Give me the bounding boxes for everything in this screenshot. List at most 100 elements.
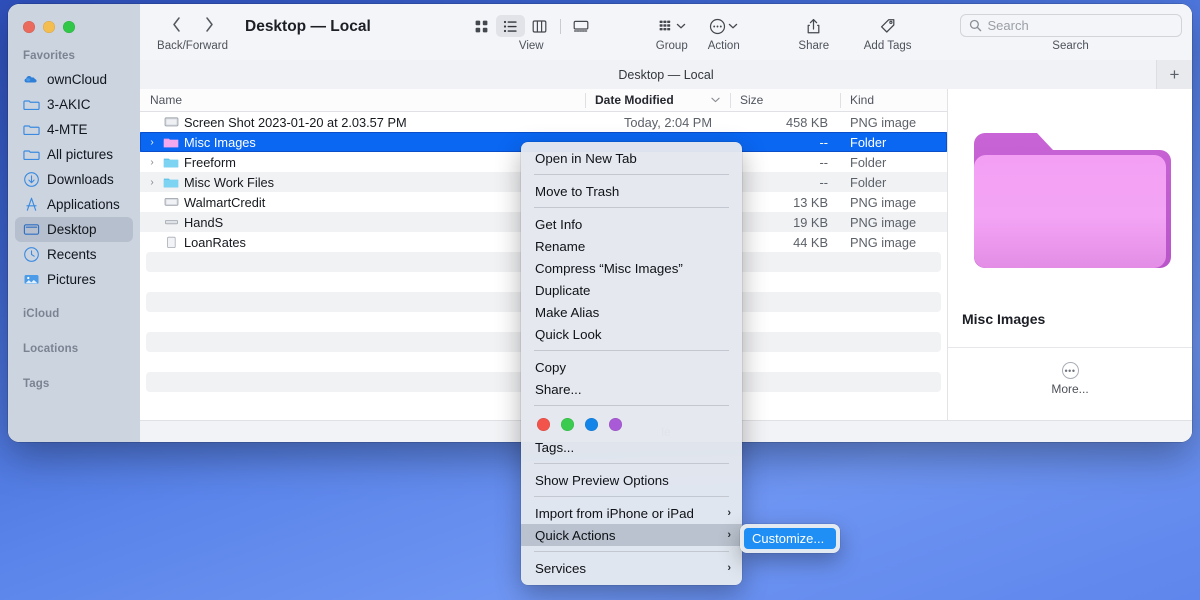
disclosure-triangle-icon[interactable]: ›: [146, 177, 158, 188]
menu-item-label: Make Alias: [535, 305, 599, 320]
sidebar-item-label: 3-AKIC: [47, 97, 91, 112]
tag-color-red[interactable]: [537, 418, 550, 431]
menu-item-label: Quick Actions: [535, 528, 616, 543]
sidebar-item-4-mte[interactable]: 4-MTE: [15, 117, 133, 142]
share-label: Share: [798, 40, 829, 52]
share-button[interactable]: Share: [798, 4, 830, 52]
chevron-right-icon: ›: [727, 507, 731, 519]
file-date-cell: Today, 2:04 PM: [585, 115, 730, 130]
file-name-label: HandS: [184, 215, 223, 230]
image-file-icon: [163, 214, 179, 230]
menu-item-move-to-trash[interactable]: Move to Trash: [521, 180, 742, 202]
sidebar-item-pictures[interactable]: Pictures: [15, 267, 133, 292]
gallery-view-button[interactable]: [567, 15, 596, 37]
folder-icon: [163, 154, 179, 170]
menu-item-label: Tags...: [535, 440, 574, 455]
maximize-button[interactable]: [63, 21, 75, 33]
tag-color-purple[interactable]: [609, 418, 622, 431]
menu-separator: [534, 496, 729, 497]
sidebar-item-label: 4-MTE: [47, 122, 88, 137]
menu-item-label: Open in New Tab: [535, 151, 637, 166]
file-name-label: Misc Work Files: [184, 175, 274, 190]
tag-color-green[interactable]: [561, 418, 574, 431]
menu-item-rename[interactable]: Rename: [521, 235, 742, 257]
chevron-left-icon[interactable]: [171, 16, 182, 38]
sidebar-group-favorites-title: Favorites: [8, 42, 140, 67]
close-button[interactable]: [23, 21, 35, 33]
file-kind-cell: Folder: [840, 135, 947, 150]
submenu-item-customize[interactable]: Customize...: [744, 528, 836, 549]
sidebar-item-all-pictures[interactable]: All pictures: [15, 142, 133, 167]
menu-item-quick-actions[interactable]: Quick Actions ›: [521, 524, 742, 546]
chevron-down-icon: [676, 22, 686, 30]
list-view-button[interactable]: [496, 15, 525, 37]
quick-actions-submenu: Customize...: [740, 524, 840, 553]
submenu-item-label: Customize...: [752, 531, 824, 546]
menu-item-open-in-new-tab[interactable]: Open in New Tab: [521, 147, 742, 169]
disclosure-triangle-icon[interactable]: ›: [146, 157, 158, 168]
new-tab-button[interactable]: +: [1156, 60, 1192, 89]
sidebar-item-label: ownCloud: [47, 72, 107, 87]
menu-item-get-info[interactable]: Get Info: [521, 213, 742, 235]
download-icon: [23, 171, 40, 188]
folder-icon: [23, 121, 40, 138]
tag-color-blue[interactable]: [585, 418, 598, 431]
menu-item-import-from-iphone[interactable]: Import from iPhone or iPad ›: [521, 502, 742, 524]
action-icon: [709, 18, 726, 35]
add-tags-button[interactable]: Add Tags: [864, 4, 912, 52]
menu-item-compress[interactable]: Compress “Misc Images”: [521, 257, 742, 279]
menu-separator: [534, 405, 729, 406]
tag-icon: [879, 18, 896, 34]
sidebar-item-recents[interactable]: Recents: [15, 242, 133, 267]
toolbar: Back/Forward Desktop — Local: [140, 4, 1192, 60]
action-button[interactable]: Action: [708, 4, 740, 52]
menu-item-show-preview-options[interactable]: Show Preview Options: [521, 469, 742, 491]
column-headers: Name Date Modified Size Kind: [140, 89, 947, 112]
menu-item-services[interactable]: Services ›: [521, 557, 742, 579]
column-header-size[interactable]: Size: [730, 89, 840, 112]
file-name-label: LoanRates: [184, 235, 246, 250]
tab-bar: Desktop — Local +: [140, 60, 1192, 89]
column-view-button[interactable]: [525, 15, 554, 37]
view-group: View: [467, 4, 596, 52]
table-row[interactable]: › Screen Shot 2023-01-20 at 2.03.57 PM T…: [140, 112, 947, 132]
minimize-button[interactable]: [43, 21, 55, 33]
menu-item-copy[interactable]: Copy: [521, 356, 742, 378]
menu-item-share[interactable]: Share...: [521, 378, 742, 400]
search-input[interactable]: Search: [960, 14, 1182, 37]
menu-item-duplicate[interactable]: Duplicate: [521, 279, 742, 301]
sidebar: Favorites ownCloud 3-AKIC 4-MTE: [8, 4, 140, 442]
column-header-kind[interactable]: Kind: [840, 89, 947, 112]
document-file-icon: [163, 234, 179, 250]
view-button[interactable]: View: [467, 4, 596, 52]
menu-item-label: Services: [535, 561, 586, 576]
sidebar-item-desktop[interactable]: Desktop: [15, 217, 133, 242]
menu-separator: [534, 350, 729, 351]
sidebar-item-downloads[interactable]: Downloads: [15, 167, 133, 192]
file-size-cell: 458 KB: [730, 115, 840, 130]
chevron-right-icon[interactable]: [204, 16, 215, 38]
sidebar-item-owncloud[interactable]: ownCloud: [15, 67, 133, 92]
file-name-label: Freeform: [184, 155, 236, 170]
sidebar-item-3-akic[interactable]: 3-AKIC: [15, 92, 133, 117]
column-header-name[interactable]: Name: [140, 89, 585, 112]
file-name-cell: › LoanRates: [140, 234, 585, 250]
menu-item-tags[interactable]: Tags...: [521, 436, 742, 458]
group-action-cluster: Group Action: [656, 4, 740, 52]
group-button[interactable]: Group: [656, 4, 688, 52]
sidebar-item-applications[interactable]: Applications: [15, 192, 133, 217]
icon-view-button[interactable]: [467, 15, 496, 37]
menu-item-label: Duplicate: [535, 283, 590, 298]
menu-item-make-alias[interactable]: Make Alias: [521, 301, 742, 323]
disclosure-triangle-icon[interactable]: ›: [146, 137, 158, 148]
sidebar-item-label: All pictures: [47, 147, 113, 162]
share-tags-cluster: Share Add Tags: [798, 4, 912, 52]
file-size-cell: --: [730, 135, 840, 150]
menu-item-label: Share...: [535, 382, 582, 397]
sidebar-item-label: Applications: [47, 197, 120, 212]
tab-desktop-local[interactable]: Desktop — Local: [618, 68, 713, 82]
column-header-date-modified[interactable]: Date Modified: [585, 89, 730, 112]
preview-more-button[interactable]: ••• More...: [1051, 362, 1088, 396]
menu-item-quick-look[interactable]: Quick Look: [521, 323, 742, 345]
screenshot-file-icon: [163, 114, 179, 130]
